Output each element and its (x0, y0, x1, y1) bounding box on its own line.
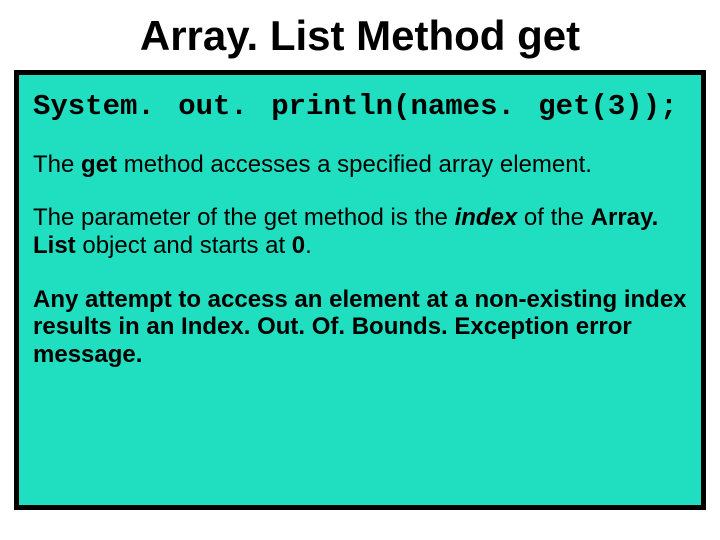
page-title: Array. List Method get (0, 0, 720, 66)
code-line: System. out. println(names. get(3)); (33, 91, 687, 123)
text: object and starts at (76, 232, 292, 259)
text: The parameter of the get method is the (33, 204, 455, 231)
text: method accesses a specified array elemen… (117, 151, 592, 178)
text: The (33, 151, 81, 178)
keyword-index: index (455, 204, 518, 231)
content-panel: System. out. println(names. get(3)); The… (14, 70, 706, 510)
paragraph-exception: Any attempt to access an element at a no… (33, 286, 687, 369)
paragraph-index: The parameter of the get method is the i… (33, 204, 687, 259)
text: . (305, 232, 312, 259)
text: of the (517, 204, 590, 231)
keyword-get: get (81, 151, 117, 178)
keyword-zero: 0 (292, 232, 305, 259)
keyword-exception: Index. Out. Of. Bounds. Exception (181, 313, 569, 340)
slide: Array. List Method get System. out. prin… (0, 0, 720, 540)
paragraph-get-desc: The get method accesses a specified arra… (33, 151, 687, 179)
